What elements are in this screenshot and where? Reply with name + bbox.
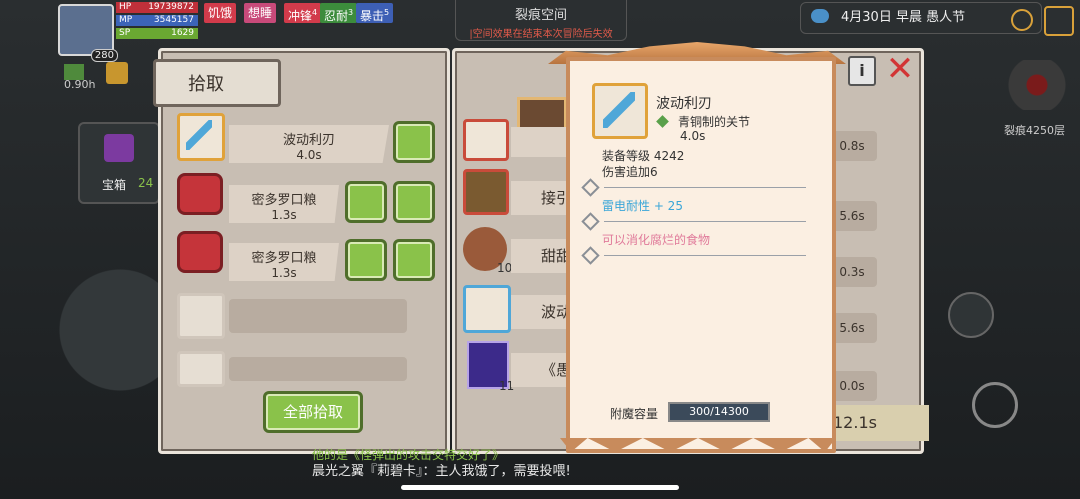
pickup-panel: 拾取 波动利刃 4.0s 密多罗口粮 1.3s 密多罗口粮 1.3s 全部拾取 bbox=[153, 48, 450, 454]
item-time: 1.3s bbox=[271, 208, 297, 222]
empty-slot bbox=[177, 351, 225, 387]
buff-timer: 0.90h bbox=[64, 78, 96, 91]
weather-cloud-icon bbox=[811, 9, 829, 23]
wave-blade-icon[interactable] bbox=[463, 285, 511, 333]
chest-label: 宝箱 bbox=[102, 178, 127, 192]
stat-line: 雷电耐性 + 25 bbox=[602, 199, 683, 213]
hourglass-icon[interactable] bbox=[948, 292, 994, 338]
floor-label: 裂痕4250层 bbox=[1004, 124, 1065, 137]
sp-value: 1629 bbox=[171, 28, 194, 38]
blade-icon bbox=[603, 92, 635, 128]
tooltip-time: 4.0s bbox=[680, 129, 706, 143]
buff-endure[interactable]: 忍耐3 bbox=[320, 3, 358, 23]
pickup-item-row[interactable]: 密多罗口粮 1.3s bbox=[229, 243, 339, 281]
item-name: 密多罗口粮 bbox=[251, 193, 317, 208]
item-name: 波动利刃 bbox=[282, 133, 335, 148]
damage-bonus: 伤害追加6 bbox=[602, 165, 658, 179]
hp-value: 19739872 bbox=[148, 2, 194, 12]
ration-meat-icon[interactable] bbox=[177, 173, 223, 215]
effect-line: 可以消化腐烂的食物 bbox=[602, 233, 711, 247]
equip-level: 装备等级 4242 bbox=[602, 149, 685, 163]
close-icon[interactable]: ✕ bbox=[884, 52, 916, 86]
pickup-all-button[interactable]: 全部拾取 bbox=[263, 391, 363, 433]
grab-hand-button[interactable] bbox=[393, 121, 435, 163]
divider-diamond-icon bbox=[581, 212, 600, 231]
divider bbox=[604, 221, 806, 222]
minimap[interactable] bbox=[1002, 60, 1072, 110]
info-icon[interactable]: i bbox=[848, 56, 876, 86]
pickup-item-row[interactable]: 波动利刃 4.0s bbox=[229, 125, 389, 163]
tooltip-item-icon bbox=[592, 83, 648, 139]
divider-diamond-icon bbox=[581, 178, 600, 197]
expand-icon[interactable] bbox=[1044, 6, 1074, 36]
bottom-timer: 12.1s bbox=[829, 405, 929, 441]
globe-icon[interactable] bbox=[1011, 9, 1033, 31]
bow-icon[interactable] bbox=[972, 382, 1018, 428]
player-avatar[interactable]: 280 bbox=[58, 4, 118, 62]
empty-row bbox=[229, 357, 407, 381]
date-bar: 4月30日 早晨 愚人节 bbox=[800, 2, 1042, 34]
bottle-icon[interactable] bbox=[463, 119, 509, 161]
divider bbox=[604, 255, 806, 256]
enchant-capacity-bar: 300/14300 bbox=[668, 402, 770, 422]
divider-diamond-icon bbox=[581, 246, 600, 265]
item-name: 密多罗口粮 bbox=[251, 251, 317, 266]
empty-row bbox=[229, 299, 407, 333]
grab-hand-button[interactable] bbox=[393, 239, 435, 281]
home-indicator[interactable] bbox=[401, 485, 679, 490]
totem-icon[interactable] bbox=[463, 169, 509, 215]
item-count: 10 bbox=[497, 261, 513, 275]
eat-button[interactable] bbox=[345, 181, 387, 223]
rift-space-banner: 裂痕空间 |空间效果在结束本次冒险后失效 bbox=[455, 0, 627, 41]
chat-line: 晨光之翼『莉碧卡』：主人我饿了，需要投喂! bbox=[312, 464, 571, 479]
rift-title: 裂痕空间 bbox=[514, 8, 567, 23]
chest-button[interactable]: 宝箱 24 bbox=[78, 122, 160, 204]
blade-icon bbox=[186, 120, 212, 150]
item-time: 1.3s bbox=[271, 266, 297, 280]
grab-hand-button[interactable] bbox=[393, 181, 435, 223]
mp-bar: MP 3545157 bbox=[116, 15, 198, 26]
tooltip-item-name: 波动利刃 bbox=[656, 96, 712, 112]
bronze-gem-icon bbox=[656, 115, 669, 128]
rift-subtitle: |空间效果在结束本次冒险后失效 bbox=[469, 29, 613, 40]
empty-slot bbox=[177, 293, 225, 339]
tooltip-subtype: 青铜制的关节 bbox=[678, 115, 751, 129]
pickup-title: 拾取 bbox=[188, 74, 224, 95]
buff-sleepy[interactable]: 想睡 bbox=[244, 3, 277, 23]
sp-bar: SP 1629 bbox=[116, 28, 198, 39]
chest-count: 24 bbox=[138, 176, 154, 190]
pickup-title-tab: 拾取 bbox=[153, 59, 281, 107]
enchant-label: 附魔容量 bbox=[610, 407, 659, 421]
buff-hunger[interactable]: 饥饿 bbox=[204, 3, 237, 23]
ration-meat-icon[interactable] bbox=[177, 231, 223, 273]
pickup-item-row[interactable]: 密多罗口粮 1.3s bbox=[229, 185, 339, 223]
eat-button[interactable] bbox=[345, 239, 387, 281]
buff-charge[interactable]: 冲锋4 bbox=[284, 3, 322, 23]
divider bbox=[604, 187, 806, 188]
item-tooltip: 波动利刃 青铜制的关节 4.0s 装备等级 4242 伤害追加6 雷电耐性 + … bbox=[566, 57, 836, 453]
hp-bar: HP 19739872 bbox=[116, 2, 198, 13]
mp-value: 3545157 bbox=[153, 15, 194, 25]
buff-crit[interactable]: 暴击5 bbox=[356, 3, 394, 23]
gold-cube-icon[interactable] bbox=[106, 62, 128, 84]
treasure-chest-icon bbox=[104, 134, 134, 162]
item-time: 4.0s bbox=[296, 148, 322, 162]
player-level: 280 bbox=[90, 49, 118, 62]
date-text: 4月30日 早晨 愚人节 bbox=[841, 10, 966, 25]
wave-blade-slot[interactable] bbox=[177, 113, 225, 161]
